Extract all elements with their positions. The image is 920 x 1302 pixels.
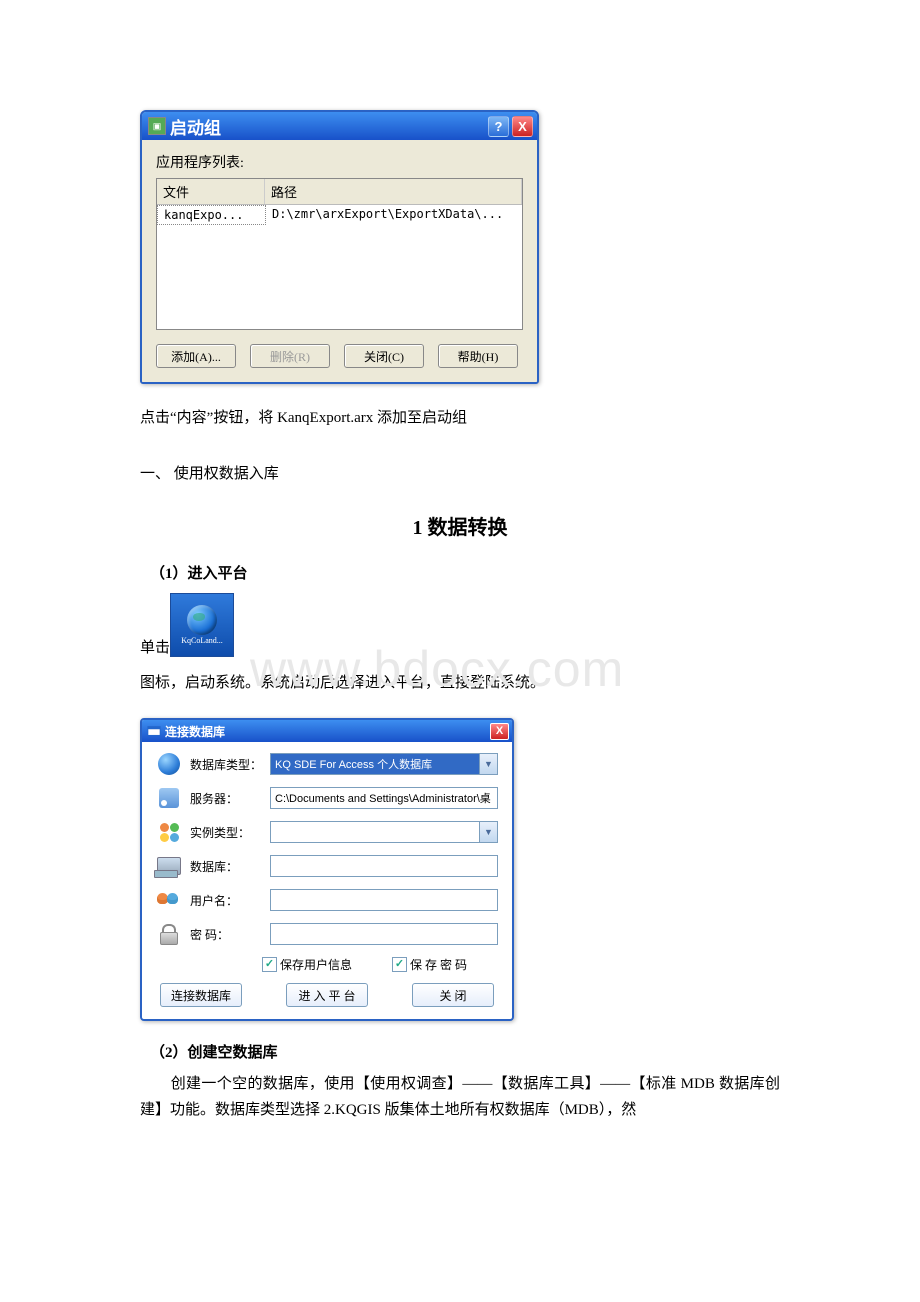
dialog-title: 启动组: [170, 114, 488, 139]
database-label: 数据库：: [190, 858, 262, 875]
save-user-checkbox[interactable]: ✓ 保存用户信息: [262, 956, 352, 973]
dialog-titlebar[interactable]: 连接数据库 X: [142, 720, 512, 742]
cell-file: kanqExpo...: [157, 205, 266, 225]
chapter-heading: 1 数据转换: [140, 511, 780, 540]
database-icon: [156, 854, 182, 878]
password-label: 密 码：: [190, 926, 262, 943]
password-field[interactable]: [270, 923, 498, 945]
desktop-shortcut-icon[interactable]: KqCoLand...: [170, 593, 234, 657]
server-label: 服务器：: [190, 790, 262, 807]
col-file[interactable]: 文件: [157, 179, 265, 204]
titlebar-help-button[interactable]: ?: [488, 116, 509, 137]
chevron-down-icon: ▼: [479, 754, 497, 774]
help-button[interactable]: 帮助(H): [438, 344, 518, 368]
connect-db-button[interactable]: 连接数据库: [160, 983, 242, 1007]
list-header: 文件 路径: [157, 179, 522, 205]
database-field[interactable]: [270, 855, 498, 877]
subsection-heading: （1）进入平台: [150, 562, 780, 583]
lock-icon: [156, 922, 182, 946]
instance-label: 实例类型：: [190, 824, 262, 841]
titlebar-close-button[interactable]: X: [490, 723, 509, 740]
enter-platform-button[interactable]: 进 入 平 台: [286, 983, 368, 1007]
section-heading: 一、 使用权数据入库: [140, 462, 780, 483]
username-label: 用户名：: [190, 892, 262, 909]
shortcut-caption: KqCoLand...: [181, 637, 223, 645]
subsection-heading: （2）创建空数据库: [150, 1041, 780, 1062]
dialog-title: 连接数据库: [165, 723, 490, 740]
dbtype-label: 数据库类型：: [190, 756, 262, 773]
startup-group-dialog: ▣ 启动组 ? X 应用程序列表: 文件 路径 kanqExpo... D:\z…: [140, 110, 539, 384]
chevron-down-icon: ▼: [479, 822, 497, 842]
table-row[interactable]: kanqExpo... D:\zmr\arxExport\ExportXData…: [157, 205, 522, 225]
app-list-label: 应用程序列表:: [156, 152, 523, 172]
users-icon: [156, 888, 182, 912]
titlebar-close-button[interactable]: X: [512, 116, 533, 137]
click-prefix-text: 单击: [140, 636, 170, 657]
globe-icon: [156, 752, 182, 776]
instance-icon: [156, 820, 182, 844]
check-icon: ✓: [262, 957, 277, 972]
app-icon: ▣: [148, 117, 166, 135]
connect-db-dialog: 连接数据库 X 数据库类型： KQ SDE For Access 个人数据库 ▼…: [140, 718, 514, 1021]
remove-button[interactable]: 删除(R): [250, 344, 330, 368]
cell-path: D:\zmr\arxExport\ExportXData\...: [266, 205, 522, 225]
dialog-icon: [147, 724, 161, 738]
dbtype-value: KQ SDE For Access 个人数据库: [271, 754, 479, 774]
server-field[interactable]: C:\Documents and Settings\Administrator\…: [270, 787, 498, 809]
add-button[interactable]: 添加(A)...: [156, 344, 236, 368]
close-button[interactable]: 关闭(C): [344, 344, 424, 368]
instance-select[interactable]: ▼: [270, 821, 498, 843]
server-icon: [156, 786, 182, 810]
save-password-checkbox[interactable]: ✓ 保 存 密 码: [392, 956, 467, 973]
app-list[interactable]: 文件 路径 kanqExpo... D:\zmr\arxExport\Expor…: [156, 178, 523, 330]
globe-icon: [187, 605, 217, 635]
paragraph: 图标，启动系统。系统启动后选择进入平台，直接登陆系统。: [140, 671, 780, 697]
save-password-label: 保 存 密 码: [410, 956, 467, 973]
dbtype-select[interactable]: KQ SDE For Access 个人数据库 ▼: [270, 753, 498, 775]
paragraph: 点击“内容”按钮，将 KanqExport.arx 添加至启动组: [140, 406, 780, 432]
dialog-titlebar[interactable]: ▣ 启动组 ? X: [142, 112, 537, 140]
close-button[interactable]: 关 闭: [412, 983, 494, 1007]
col-path[interactable]: 路径: [265, 179, 522, 204]
paragraph: 创建一个空的数据库，使用【使用权调查】——【数据库工具】——【标准 MDB 数据…: [140, 1072, 780, 1123]
check-icon: ✓: [392, 957, 407, 972]
save-user-label: 保存用户信息: [280, 956, 352, 973]
username-field[interactable]: [270, 889, 498, 911]
